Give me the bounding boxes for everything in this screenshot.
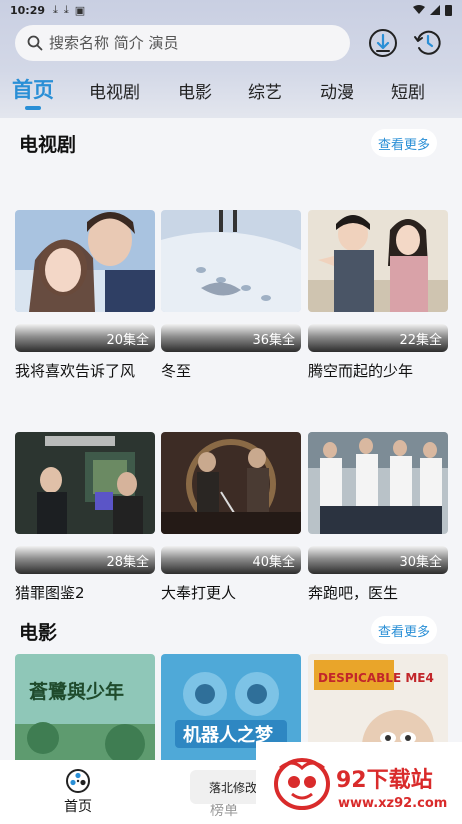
category-tabs: 首页 电视剧 电影 综艺 动漫 短剧 — [0, 72, 462, 112]
poster-image: 蒼鷺與少年 — [15, 654, 155, 760]
app-screen: 10:29 ⤓ ⤓ ▣ 首页 电视剧 电影 综艺 动漫 短剧 — [0, 0, 462, 824]
notification-icon: ▣ — [74, 3, 86, 17]
watermark-url: www.xz92.com — [338, 796, 448, 811]
wifi-icon — [413, 5, 425, 14]
episode-badge-strip: 20集全 — [15, 324, 155, 352]
section-title-movie: 电影 — [19, 622, 58, 644]
card-title: 冬至 — [161, 362, 192, 380]
tab-short-drama[interactable]: 短剧 — [391, 78, 425, 103]
card-title: 我将喜欢告诉了风 — [15, 362, 136, 380]
download-status-icon: ⤓ — [53, 3, 58, 16]
film-reel-icon — [66, 769, 90, 793]
signal-icon — [430, 5, 440, 15]
episode-count: 20集全 — [106, 333, 149, 348]
episode-badge-strip: 36集全 — [161, 324, 301, 352]
poster-title-text: DESPICABLE ME4 — [318, 671, 434, 685]
episode-count: 40集全 — [252, 555, 295, 570]
watermark: 92下载站 www.xz92.com — [256, 742, 462, 824]
card-title: 猎罪图鉴2 — [15, 584, 85, 602]
tab-tv[interactable]: 电视剧 — [89, 78, 140, 103]
watermark-brand: 92下载站 — [336, 768, 433, 793]
episode-count: 28集全 — [106, 555, 149, 570]
episode-badge-strip: 22集全 — [308, 324, 448, 352]
poster-image — [308, 210, 448, 312]
download-status-icon-2: ⤓ — [63, 3, 69, 16]
episode-count: 36集全 — [252, 333, 295, 348]
battery-icon — [445, 4, 452, 16]
search-icon — [27, 35, 43, 51]
episode-badge-strip: 40集全 — [161, 546, 301, 574]
section-title-tv: 电视剧 — [19, 134, 77, 156]
watermark-logo-icon — [274, 758, 330, 810]
status-time: 10:29 — [10, 3, 46, 17]
card-title: 腾空而起的少年 — [308, 362, 414, 380]
nav-home-label: 首页 — [64, 799, 92, 815]
tab-home[interactable]: 首页 — [12, 74, 54, 104]
active-tab-indicator — [25, 106, 41, 110]
episode-badge-strip: 28集全 — [15, 546, 155, 574]
episode-count: 30集全 — [399, 555, 442, 570]
poster-image — [161, 210, 301, 312]
poster-image — [161, 432, 301, 534]
status-bar: 10:29 ⤓ ⤓ ▣ — [0, 0, 462, 20]
movie-more-button[interactable]: 查看更多 — [371, 616, 437, 644]
search-bar[interactable] — [15, 25, 350, 61]
history-clock-icon[interactable] — [413, 28, 443, 58]
poster-image — [15, 432, 155, 534]
poster-title-text: 蒼鷺與少年 — [29, 680, 124, 703]
nav-home[interactable]: 首页 — [58, 768, 98, 816]
episode-badge-strip: 30集全 — [308, 546, 448, 574]
poster-image — [15, 210, 155, 312]
poster-image — [308, 432, 448, 534]
card-title: 大奉打更人 — [161, 584, 237, 602]
search-input[interactable] — [49, 34, 319, 52]
download-circle-icon[interactable] — [368, 28, 398, 58]
tab-movie[interactable]: 电影 — [178, 78, 212, 103]
tab-anime[interactable]: 动漫 — [320, 78, 354, 103]
tv-more-button[interactable]: 查看更多 — [371, 129, 437, 157]
tab-variety[interactable]: 综艺 — [248, 78, 282, 103]
episode-count: 22集全 — [399, 333, 442, 348]
card-title: 奔跑吧，医生 — [308, 584, 399, 602]
home-feed: 电视剧 查看更多 20集全 我将喜欢告诉了风 36集全 冬至 22集全 腾空而起… — [0, 118, 462, 760]
